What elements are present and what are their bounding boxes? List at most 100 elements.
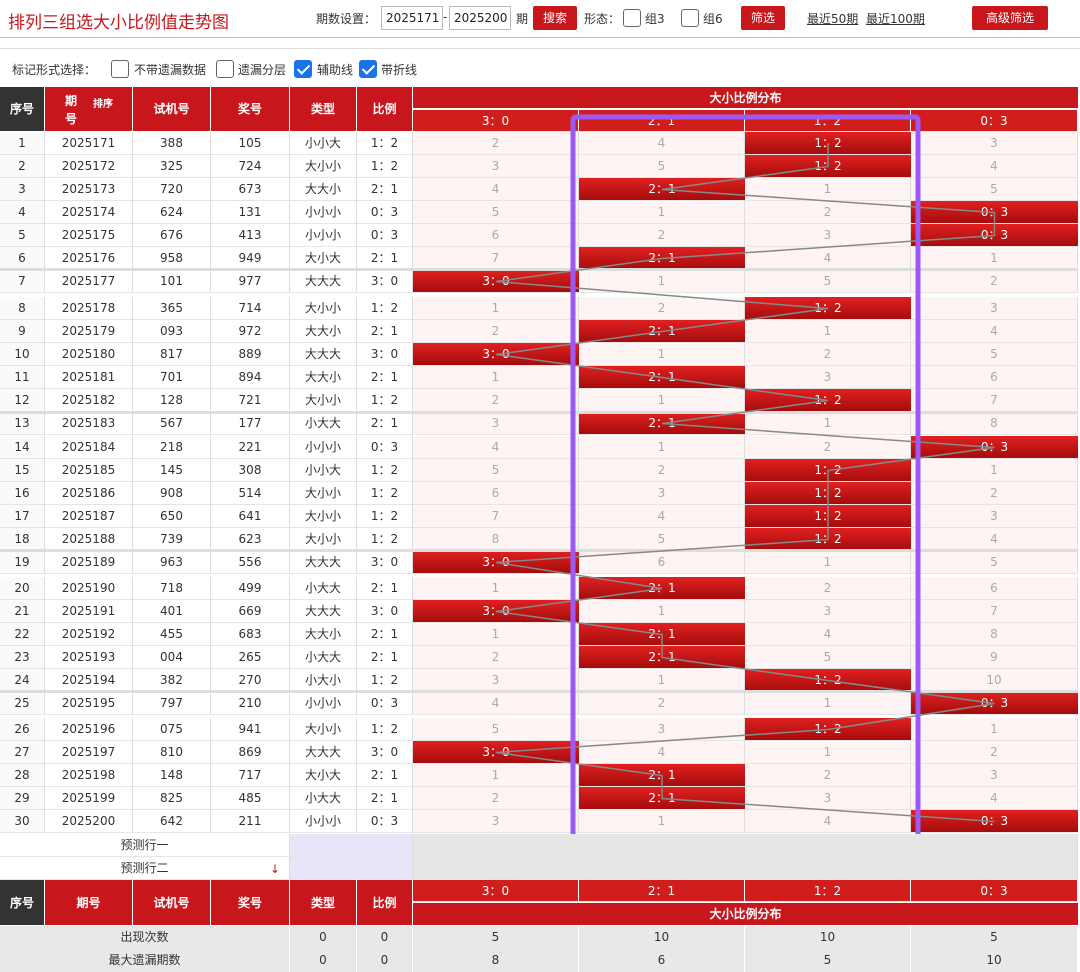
cell-type: 小大大 bbox=[290, 412, 357, 435]
period-header-label-b: 号 bbox=[65, 112, 78, 126]
ratio-marker: 2：1 bbox=[579, 787, 745, 809]
cell-period: 2025179 bbox=[45, 320, 133, 343]
dist-cell: 2 bbox=[911, 741, 1078, 764]
cell-period: 2025171 bbox=[45, 132, 133, 155]
zu6-checkbox[interactable] bbox=[681, 9, 699, 27]
ratio-header-0: 3：0 bbox=[413, 110, 579, 132]
opt-no-missing-checkbox[interactable] bbox=[111, 60, 129, 78]
group-separator bbox=[0, 549, 1078, 552]
cell-seq: 10 bbox=[0, 343, 45, 366]
dist-cell: 3 bbox=[745, 787, 911, 810]
search-button[interactable]: 搜索 bbox=[533, 6, 577, 30]
dist-cell: 3 bbox=[911, 505, 1078, 528]
cell-period: 2025172 bbox=[45, 155, 133, 178]
dist-cell: 1 bbox=[579, 600, 745, 623]
cell-prize: 941 bbox=[211, 718, 290, 741]
cell-type: 大小小 bbox=[290, 528, 357, 551]
col-period-header[interactable]: 期号 排序 bbox=[45, 87, 133, 132]
cell-ratio: 2：1 bbox=[357, 646, 413, 669]
dist-cell: 1 bbox=[911, 718, 1078, 741]
stat-type: 0 bbox=[290, 926, 357, 949]
dist-cell: 1 bbox=[745, 551, 911, 574]
recent-50-link[interactable]: 最近50期 bbox=[807, 10, 858, 27]
dist-cell: 1 bbox=[579, 343, 745, 366]
stat-value: 5 bbox=[413, 926, 579, 949]
dist-cell: 10 bbox=[911, 669, 1078, 692]
opt-guide-checkbox[interactable] bbox=[294, 60, 312, 78]
cell-test: 718 bbox=[133, 577, 211, 600]
dist-cell: 3 bbox=[413, 155, 579, 178]
dist-cell: 7 bbox=[911, 389, 1078, 412]
cell-prize: 889 bbox=[211, 343, 290, 366]
stat-value: 5 bbox=[911, 926, 1078, 949]
bottom-ratio-header-0: 3：0 bbox=[413, 880, 579, 902]
col-ratio-header: 比例 bbox=[357, 87, 413, 132]
cell-seq: 27 bbox=[0, 741, 45, 764]
stat-ratio: 0 bbox=[357, 926, 413, 949]
bottom-period-header: 期号 bbox=[45, 880, 133, 926]
cell-seq: 7 bbox=[0, 270, 45, 293]
cell-type: 大大大 bbox=[290, 343, 357, 366]
ratio-marker: 2：1 bbox=[579, 366, 745, 388]
predict-row-label[interactable]: 预测行一 bbox=[0, 834, 290, 857]
ratio-marker: 2：1 bbox=[579, 178, 745, 200]
zu3-checkbox[interactable] bbox=[623, 9, 641, 27]
dist-cell: 2 bbox=[911, 482, 1078, 505]
mark-options-bar: 标记形式选择： 不带遗漏数据 遗漏分层 辅助线 带折线 bbox=[0, 48, 1080, 88]
cell-type: 大大小 bbox=[290, 366, 357, 389]
ratio-marker: 1：2 bbox=[745, 459, 911, 481]
dist-cell: 6 bbox=[413, 224, 579, 247]
opt-layered-checkbox[interactable] bbox=[216, 60, 234, 78]
cell-ratio: 3：0 bbox=[357, 600, 413, 623]
cell-period: 2025195 bbox=[45, 692, 133, 715]
dist-cell: 1 bbox=[911, 247, 1078, 270]
dist-cell: 1 bbox=[579, 389, 745, 412]
cell-prize: 485 bbox=[211, 787, 290, 810]
dist-cell: 5 bbox=[911, 551, 1078, 574]
bottom-test-header: 试机号 bbox=[133, 880, 211, 926]
advanced-filter-button[interactable]: 高级筛选 bbox=[972, 6, 1048, 30]
ratio-marker: 1：2 bbox=[745, 297, 911, 319]
sort-label[interactable]: 排序 bbox=[93, 97, 113, 113]
predict-row-dist[interactable] bbox=[413, 834, 1078, 857]
dist-cell: 4 bbox=[911, 787, 1078, 810]
period-from-input[interactable]: 2025171 bbox=[381, 6, 443, 30]
filter-button[interactable]: 筛选 bbox=[741, 6, 785, 30]
predict-row-label[interactable]: 预测行二 bbox=[0, 857, 290, 880]
period-unit: 期 bbox=[516, 12, 529, 26]
dist-cell: 1 bbox=[579, 436, 745, 459]
bottom-ratio-header-1: 2：1 bbox=[579, 880, 745, 902]
dist-cell: 7 bbox=[911, 600, 1078, 623]
cell-type: 大大小 bbox=[290, 178, 357, 201]
dist-cell: 1 bbox=[413, 297, 579, 320]
cell-seq: 8 bbox=[0, 297, 45, 320]
opt-guide-label: 辅助线 bbox=[317, 63, 354, 77]
cell-type: 大大小 bbox=[290, 623, 357, 646]
arrow-down-icon: ↓ bbox=[270, 862, 281, 876]
dist-cell: 3 bbox=[911, 764, 1078, 787]
ratio-marker: 0：3 bbox=[911, 224, 1078, 246]
cell-ratio: 1：2 bbox=[357, 505, 413, 528]
dist-cell: 6 bbox=[911, 577, 1078, 600]
predict-row-input[interactable] bbox=[290, 857, 413, 880]
predict-row-dist[interactable] bbox=[413, 857, 1078, 880]
cell-prize: 556 bbox=[211, 551, 290, 574]
cell-seq: 22 bbox=[0, 623, 45, 646]
cell-test: 455 bbox=[133, 623, 211, 646]
dist-cell: 5 bbox=[579, 155, 745, 178]
cell-prize: 949 bbox=[211, 247, 290, 270]
cell-ratio: 2：1 bbox=[357, 623, 413, 646]
dist-cell: 3 bbox=[911, 132, 1078, 155]
recent-100-link[interactable]: 最近100期 bbox=[866, 10, 925, 27]
stat-label: 出现次数 bbox=[0, 926, 290, 949]
period-to-input[interactable]: 2025200 bbox=[449, 6, 511, 30]
predict-row-input[interactable] bbox=[290, 834, 413, 857]
ratio-marker: 1：2 bbox=[745, 482, 911, 504]
cell-period: 2025174 bbox=[45, 201, 133, 224]
opt-polyline-checkbox[interactable] bbox=[359, 60, 377, 78]
cell-seq: 2 bbox=[0, 155, 45, 178]
bottom-ratio-header-2: 1：2 bbox=[745, 880, 911, 902]
cell-test: 567 bbox=[133, 412, 211, 435]
cell-seq: 25 bbox=[0, 692, 45, 715]
ratio-marker: 0：3 bbox=[911, 692, 1078, 714]
